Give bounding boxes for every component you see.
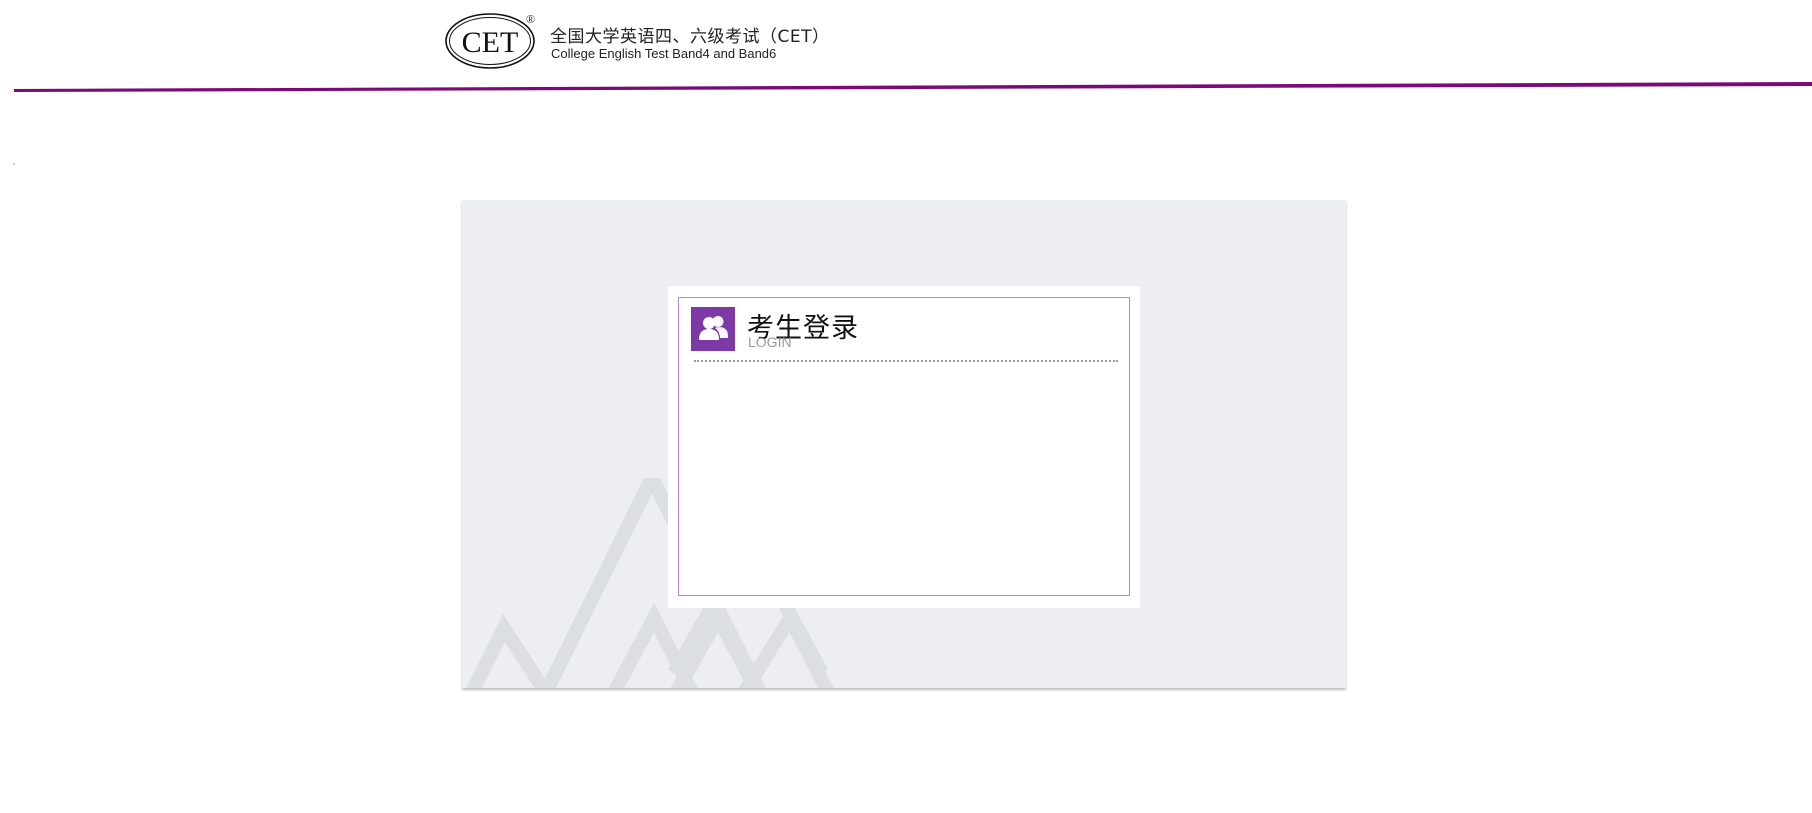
- cet-logo: CET: [444, 12, 536, 70]
- login-form-area: [694, 370, 1118, 580]
- login-box: 考生登录 LOGIN: [678, 297, 1130, 596]
- site-title: 全国大学英语四、六级考试（CET）: [550, 27, 830, 47]
- login-card: 考生登录 LOGIN: [668, 286, 1140, 608]
- users-icon: [691, 307, 735, 351]
- site-subtitle: College English Test Band4 and Band6: [551, 46, 777, 61]
- header-divider: [0, 80, 1812, 92]
- decorative-dot: [13, 163, 15, 165]
- registered-mark: ®: [526, 12, 536, 26]
- logo-text: CET: [462, 26, 519, 59]
- login-separator: [694, 360, 1118, 362]
- site-header: CET ® 全国大学英语四、六级考试（CET） College English …: [0, 0, 1812, 100]
- login-subtitle: LOGIN: [748, 334, 792, 350]
